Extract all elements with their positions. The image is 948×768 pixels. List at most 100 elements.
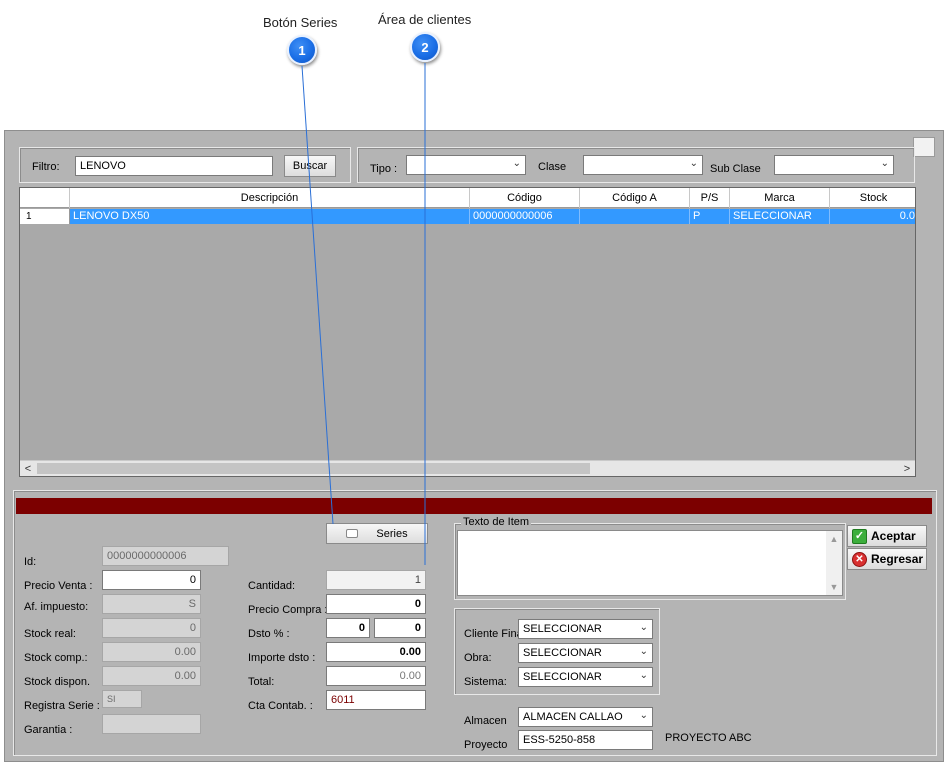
row-header-column	[20, 188, 70, 208]
cliente-final-value: SELECCIONAR	[523, 623, 602, 635]
proyecto-field[interactable]: ESS-5250-858	[518, 730, 653, 750]
callout-badge-2: 2	[410, 32, 440, 62]
proyecto-name: PROYECTO ABC	[665, 732, 752, 744]
chevron-down-icon: ⌄	[880, 158, 889, 169]
grid-header: Descripción Código Código A P/S Marca St…	[20, 188, 915, 208]
filter-label: Filtro:	[32, 161, 60, 173]
chevron-down-icon: ⌄	[639, 670, 648, 681]
garantia-field	[102, 714, 201, 734]
scroll-right-icon[interactable]: >	[899, 461, 915, 476]
back-button[interactable]: ✕ Regresar	[847, 548, 927, 570]
dsto-label: Dsto % :	[248, 628, 290, 640]
table-row[interactable]: 1 LENOVO DX50 0000000000006 P SELECCIONA…	[20, 209, 915, 224]
column-stock[interactable]: Stock	[830, 188, 915, 208]
obra-value: SELECCIONAR	[523, 647, 602, 659]
subclase-select[interactable]: ⌄	[774, 155, 894, 175]
cell-codigo-a	[580, 209, 690, 224]
type-filter-group: Tipo : ⌄ Clase ⌄ Sub Clase ⌄	[357, 147, 915, 183]
cell-codigo: 0000000000006	[470, 209, 580, 224]
registra-serie-field: SI	[102, 690, 142, 708]
cliente-final-label: Cliente Final	[464, 628, 518, 640]
cliente-final-select[interactable]: SELECCIONAR ⌄	[518, 619, 653, 639]
scroll-up-icon[interactable]: ▲	[826, 534, 842, 544]
products-grid[interactable]: Descripción Código Código A P/S Marca St…	[19, 187, 916, 477]
comment-icon	[346, 529, 359, 538]
scroll-down-icon[interactable]: ▼	[826, 582, 842, 592]
obra-label: Obra:	[464, 652, 492, 664]
chevron-down-icon: ⌄	[639, 710, 648, 721]
cta-contab-field[interactable]: 6011	[326, 690, 426, 710]
close-icon: ✕	[852, 551, 867, 567]
accept-button-label: Aceptar	[871, 529, 916, 543]
callout-title-clientes: Área de clientes	[378, 12, 472, 27]
section-bar	[16, 498, 932, 514]
sistema-select[interactable]: SELECCIONAR ⌄	[518, 667, 653, 687]
search-button[interactable]: Buscar	[284, 155, 336, 177]
product-dialog: Filtro: LENOVO Buscar Tipo : ⌄ Clase ⌄ S…	[4, 130, 944, 762]
stock-comp-label: Stock comp.:	[24, 652, 88, 664]
column-codigo-a[interactable]: Código A	[580, 188, 690, 208]
importe-dsto-field[interactable]: 0.00	[326, 642, 426, 662]
total-field: 0.00	[326, 666, 426, 686]
id-label: Id:	[24, 556, 37, 568]
chevron-down-icon: ⌄	[689, 158, 698, 169]
tipo-select[interactable]: ⌄	[406, 155, 526, 175]
almacen-value: ALMACEN CALLAO	[523, 711, 623, 723]
chevron-down-icon: ⌄	[639, 646, 648, 657]
sistema-value: SELECCIONAR	[523, 671, 602, 683]
subclase-label: Sub Clase	[710, 163, 761, 175]
chevron-down-icon: ⌄	[639, 622, 648, 633]
stock-real-field: 0	[102, 618, 201, 638]
sistema-label: Sistema:	[464, 676, 507, 688]
vertical-scrollbar[interactable]: ▲ ▼	[826, 531, 842, 595]
importe-dsto-label: Importe dsto :	[248, 652, 316, 664]
series-button-label: Series	[376, 527, 408, 540]
callout-badge-1: 1	[287, 35, 317, 65]
dsto-amount-field[interactable]: 0	[374, 618, 426, 638]
precio-compra-field[interactable]: 0	[326, 594, 426, 614]
tipo-label: Tipo :	[370, 163, 398, 175]
stock-comp-field: 0.00	[102, 642, 201, 662]
check-icon: ✓	[852, 528, 867, 544]
precio-venta-field[interactable]: 0	[102, 570, 201, 590]
cantidad-field[interactable]: 1	[326, 570, 426, 590]
scroll-left-icon[interactable]: <	[20, 461, 36, 476]
clase-label: Clase	[538, 161, 567, 173]
proyecto-label: Proyecto	[464, 739, 508, 751]
texto-item-textarea[interactable]: ▲ ▼	[457, 530, 843, 596]
obra-select[interactable]: SELECCIONAR ⌄	[518, 643, 653, 663]
stock-dispon-label: Stock dispon.	[24, 676, 91, 688]
almacen-select[interactable]: ALMACEN CALLAO ⌄	[518, 707, 653, 727]
cta-contab-label: Cta Contab. :	[248, 700, 313, 712]
clase-select[interactable]: ⌄	[583, 155, 703, 175]
total-label: Total:	[248, 676, 275, 688]
precio-venta-label: Precio Venta :	[24, 580, 93, 592]
dsto-percent-field[interactable]: 0	[326, 618, 370, 638]
chevron-down-icon: ⌄	[512, 158, 521, 169]
cantidad-label: Cantidad:	[248, 580, 296, 592]
registra-serie-label: Registra Serie :	[24, 700, 100, 712]
column-ps[interactable]: P/S	[690, 188, 730, 208]
cell-marca: SELECCIONAR	[730, 209, 830, 224]
corner-button[interactable]	[913, 137, 935, 157]
column-descripcion[interactable]: Descripción	[70, 188, 470, 208]
column-codigo[interactable]: Código	[470, 188, 580, 208]
filter-group: Filtro: LENOVO Buscar	[19, 147, 351, 183]
column-marca[interactable]: Marca	[730, 188, 830, 208]
cell-ps: P	[690, 209, 730, 224]
cell-descripcion: LENOVO DX50	[70, 209, 470, 224]
row-index: 1	[20, 209, 70, 224]
af-impuesto-label: Af. impuesto:	[24, 601, 89, 613]
cell-stock: 0.0	[899, 210, 915, 222]
horizontal-scrollbar[interactable]: < >	[20, 460, 915, 476]
texto-item-label: Texto de Item	[461, 516, 532, 528]
series-button[interactable]: Series	[326, 523, 428, 544]
accept-button[interactable]: ✓ Aceptar	[847, 525, 927, 547]
scrollbar-thumb[interactable]	[37, 463, 590, 474]
garantia-label: Garantia :	[24, 724, 73, 736]
id-field: 0000000000006	[102, 546, 229, 566]
almacen-label: Almacen	[464, 715, 507, 727]
stock-real-label: Stock real:	[24, 628, 76, 640]
af-impuesto-field: S	[102, 594, 201, 614]
filter-input[interactable]: LENOVO	[75, 156, 273, 176]
